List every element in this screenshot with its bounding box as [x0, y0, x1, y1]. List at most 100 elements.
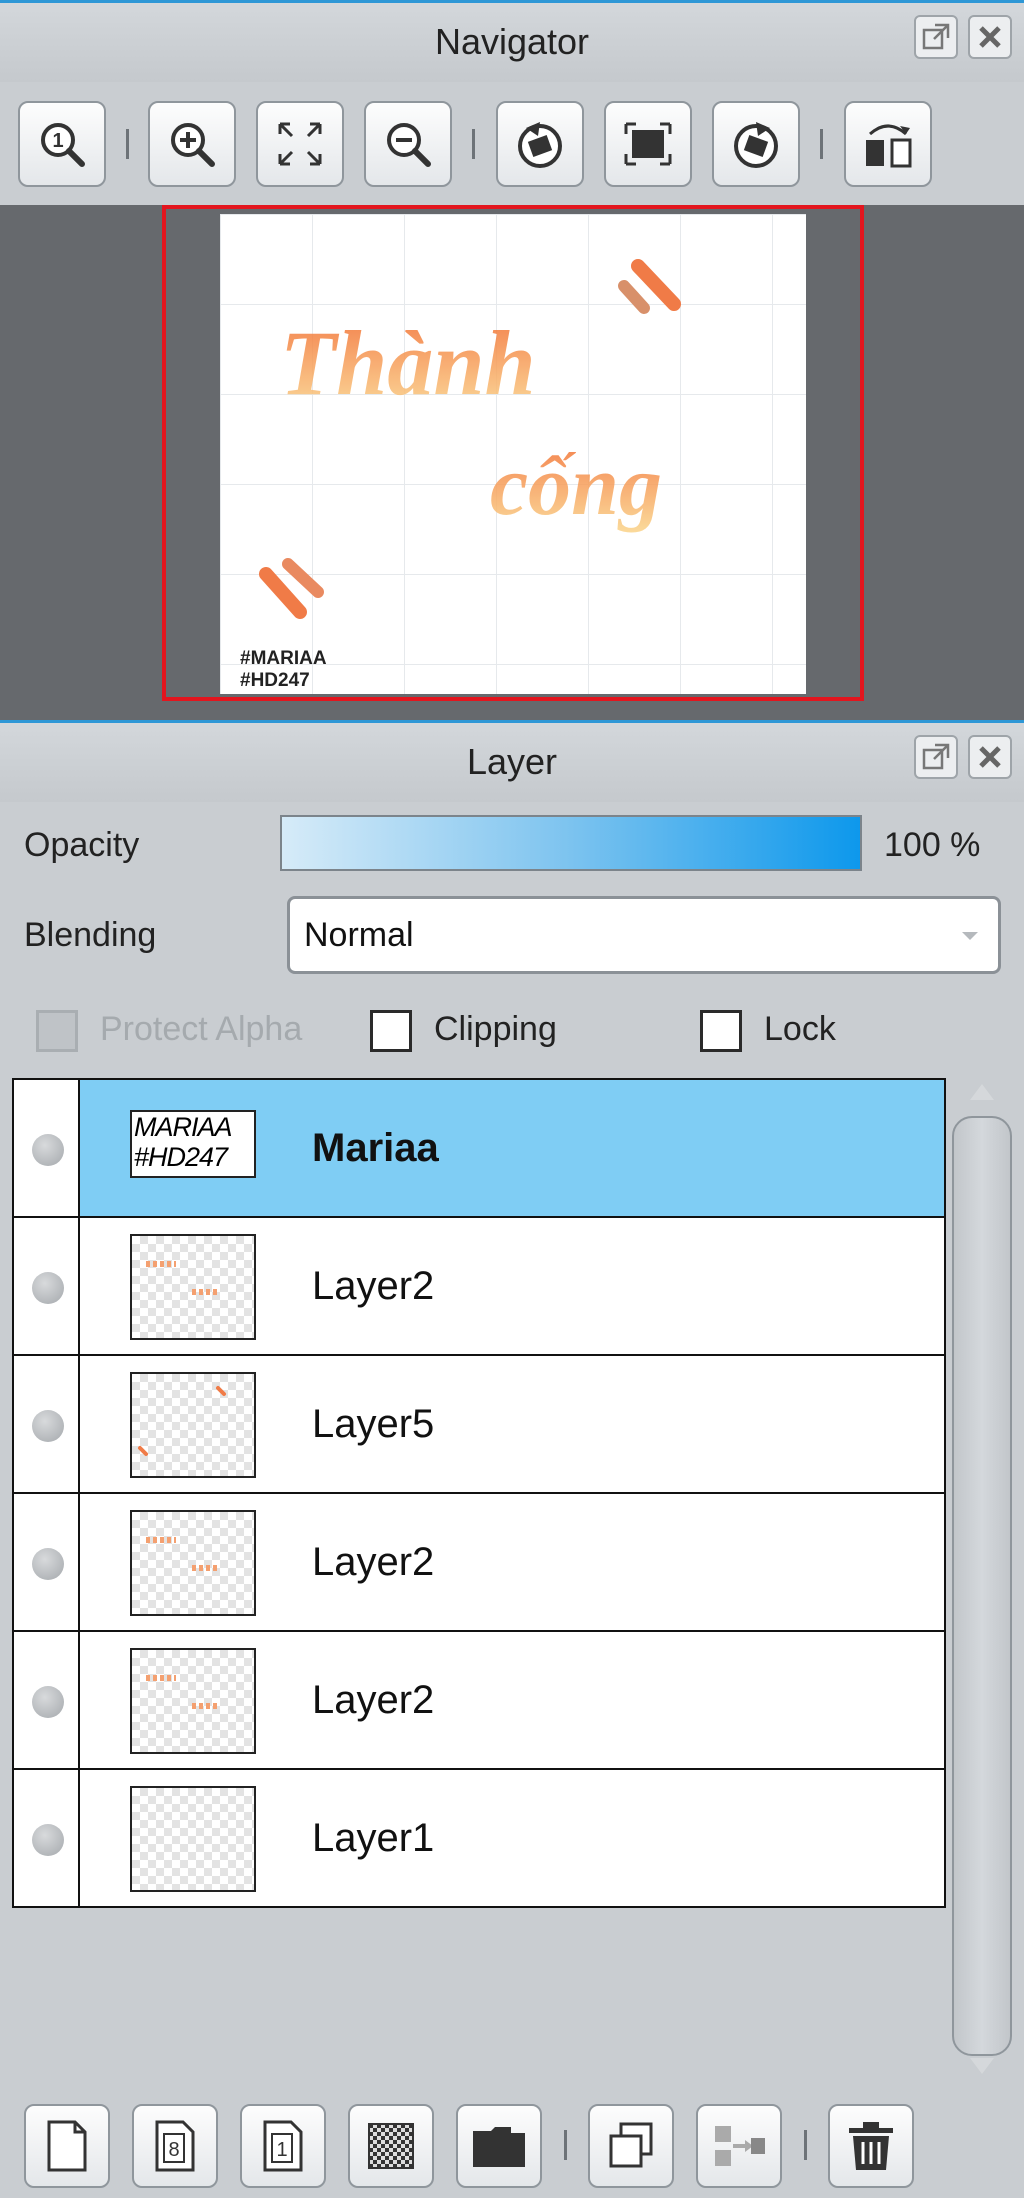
canvas-text-cong: cống: [490, 437, 662, 533]
new-folder-button[interactable]: [456, 2104, 542, 2188]
new-1bit-layer-icon: 1: [263, 2120, 303, 2172]
close-icon: [979, 746, 1001, 768]
toolbar-separator: [804, 2130, 807, 2160]
delete-layer-button[interactable]: [828, 2104, 914, 2188]
duplicate-layer-icon: [609, 2122, 653, 2168]
canvas-artwork: Thành cống #MARIAA #HD247: [240, 259, 681, 691]
new-folder-icon: [473, 2127, 525, 2167]
zoom-in-icon: [171, 123, 215, 167]
flip-horizontal-icon: [866, 124, 912, 168]
new-halftone-layer-button[interactable]: [348, 2104, 434, 2188]
layer-thumbnail: [130, 1648, 256, 1754]
view-frame[interactable]: Thành cống #MARIAA #HD247: [162, 205, 864, 701]
clipping-checkbox[interactable]: [370, 1010, 412, 1052]
visibility-toggle[interactable]: [14, 1770, 80, 1906]
opacity-slider[interactable]: [280, 815, 862, 871]
layer-row[interactable]: Layer2: [12, 1216, 946, 1356]
navigator-close-button[interactable]: [968, 15, 1012, 59]
layer-name: Layer1: [312, 1816, 435, 1860]
visibility-dot-icon: [32, 1272, 64, 1304]
toolbar-separator: [472, 129, 475, 159]
layer-close-button[interactable]: [968, 735, 1012, 779]
zoom-actual-button[interactable]: 1: [18, 101, 106, 187]
blending-label: Blending: [24, 916, 157, 954]
visibility-dot-icon: [32, 1410, 64, 1442]
svg-text:1: 1: [276, 2139, 287, 2161]
merge-down-button[interactable]: [696, 2104, 782, 2188]
layer-bottom-toolbar: 8 1: [0, 2090, 1024, 2198]
new-8bit-layer-button[interactable]: 8: [132, 2104, 218, 2188]
thumb-art: [146, 1537, 220, 1571]
layer-thumbnail: [130, 1234, 256, 1340]
lock-label: Lock: [764, 1010, 836, 1048]
layer-name: Layer2: [312, 1540, 435, 1584]
navigator-popout-button[interactable]: [914, 15, 958, 59]
visibility-toggle[interactable]: [14, 1080, 80, 1216]
zoom-actual-icon: 1: [41, 123, 85, 167]
thumb-art: [146, 1675, 220, 1709]
layer-row[interactable]: Layer1: [12, 1768, 946, 1908]
thumb-art: [146, 1261, 220, 1295]
visibility-toggle[interactable]: [14, 1218, 80, 1354]
scroll-thumb[interactable]: [952, 1116, 1012, 2056]
visibility-toggle[interactable]: [14, 1494, 80, 1630]
blending-select[interactable]: Normal: [287, 896, 1001, 974]
zoom-out-button[interactable]: [364, 101, 452, 187]
duplicate-layer-button[interactable]: [588, 2104, 674, 2188]
layer-list: MARIAA #HD247 Mariaa Layer2 Layer5 Layer…: [12, 1078, 946, 1908]
layer-row[interactable]: Layer5: [12, 1354, 946, 1494]
visibility-dot-icon: [32, 1824, 64, 1856]
lock-checkbox[interactable]: [700, 1010, 742, 1052]
layer-thumbnail: [130, 1786, 256, 1892]
new-8bit-layer-icon: 8: [155, 2120, 195, 2172]
visibility-dot-icon: [32, 1686, 64, 1718]
blending-value: Normal: [304, 915, 414, 954]
toolbar-separator: [126, 129, 129, 159]
merge-down-icon: [715, 2126, 765, 2166]
visibility-dot-icon: [32, 1548, 64, 1580]
layer-row[interactable]: Layer2: [12, 1492, 946, 1632]
opacity-value: 100 %: [884, 826, 981, 864]
visibility-dot-icon: [32, 1134, 64, 1166]
visibility-toggle[interactable]: [14, 1356, 80, 1492]
popout-icon: [922, 23, 950, 50]
close-icon: [979, 26, 1001, 48]
layer-thumbnail: [130, 1510, 256, 1616]
fit-to-window-button[interactable]: [256, 101, 344, 187]
reset-rotation-button[interactable]: [604, 101, 692, 187]
rotate-right-icon: [734, 122, 778, 168]
canvas-watermark-1: #MARIAA: [240, 648, 327, 669]
flip-horizontal-button[interactable]: [844, 101, 932, 187]
svg-text:1: 1: [52, 130, 63, 152]
scroll-down-icon[interactable]: [970, 2058, 994, 2074]
fit-to-window-icon: [278, 122, 322, 166]
navigator-title: Navigator: [434, 21, 590, 62]
layer-scrollbar[interactable]: [950, 1078, 1016, 2078]
navigator-title-bar: Navigator: [0, 0, 1024, 82]
layer-popout-button[interactable]: [914, 735, 958, 779]
zoom-in-button[interactable]: [148, 101, 236, 187]
navigator-toolbar: 1: [0, 85, 1024, 205]
protect-alpha-label: Protect Alpha: [100, 1010, 303, 1048]
layer-thumbnail: [130, 1372, 256, 1478]
rotate-left-button[interactable]: [496, 101, 584, 187]
svg-text:8: 8: [168, 2139, 179, 2161]
canvas-thumbnail: Thành cống #MARIAA #HD247: [220, 214, 806, 694]
new-layer-button[interactable]: [24, 2104, 110, 2188]
layer-name: Layer2: [312, 1264, 435, 1308]
new-1bit-layer-button[interactable]: 1: [240, 2104, 326, 2188]
new-halftone-layer-icon: [368, 2123, 414, 2169]
toolbar-separator: [820, 129, 823, 159]
scroll-up-icon[interactable]: [970, 1084, 994, 1100]
zoom-out-icon: [387, 123, 431, 167]
layer-panel-title: Layer: [466, 741, 558, 782]
canvas-watermark-2: #HD247: [240, 670, 310, 691]
visibility-toggle[interactable]: [14, 1632, 80, 1768]
thumb-text-1: MARIAA: [134, 1112, 233, 1142]
navigator-preview[interactable]: Thành cống #MARIAA #HD247: [0, 205, 1024, 720]
layer-row[interactable]: Layer2: [12, 1630, 946, 1770]
layer-row[interactable]: MARIAA #HD247 Mariaa: [12, 1078, 946, 1218]
protect-alpha-checkbox: [36, 1010, 78, 1052]
rotate-right-button[interactable]: [712, 101, 800, 187]
reset-rotation-icon: [624, 122, 672, 166]
